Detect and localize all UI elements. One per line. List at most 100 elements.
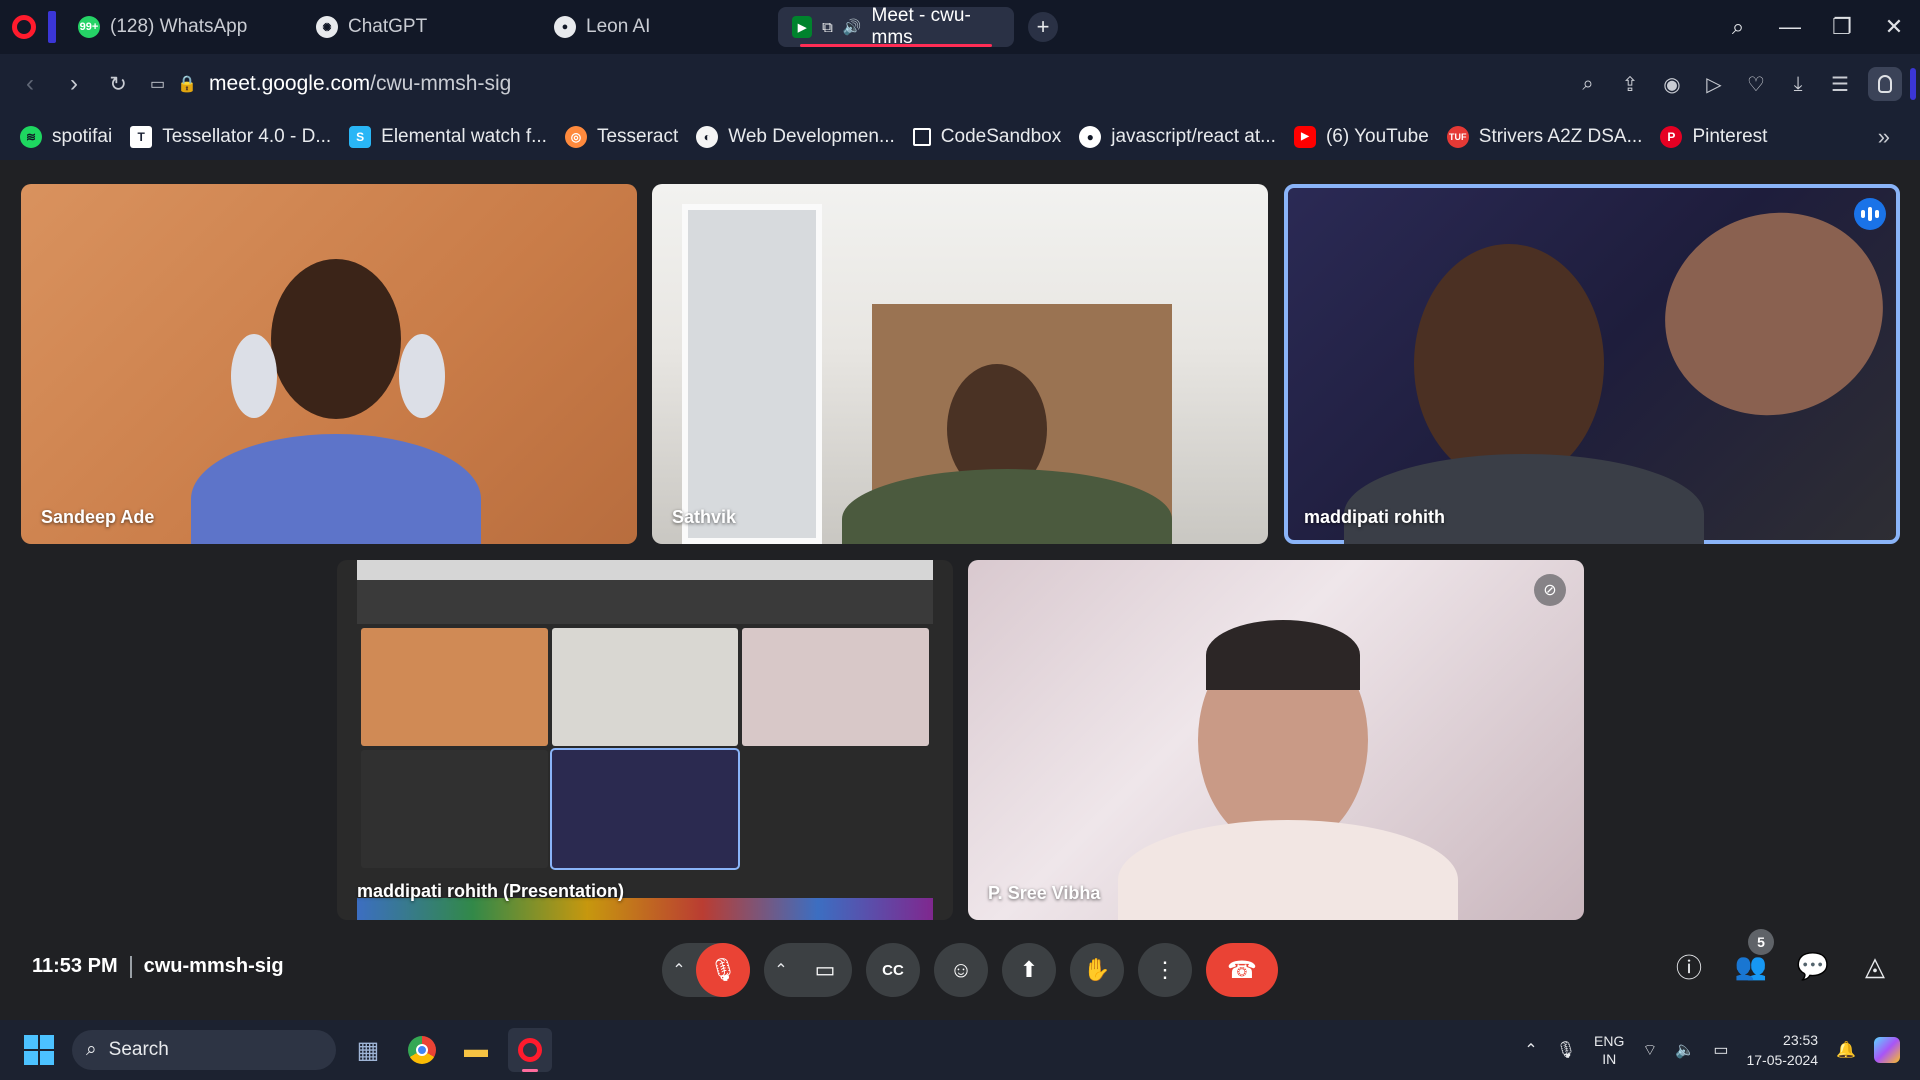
meeting-details-icon[interactable]: ⓘ: [1672, 948, 1706, 985]
chat-icon[interactable]: 💬: [1796, 951, 1830, 982]
chrome-icon[interactable]: [400, 1028, 444, 1072]
send-icon[interactable]: ▷: [1700, 72, 1728, 97]
bookmark-youtube[interactable]: ▶ (6) YouTube: [1293, 126, 1429, 148]
mic-off-icon[interactable]: 🎙: [696, 943, 750, 997]
calculator-icon[interactable]: ▦: [346, 1028, 390, 1072]
tab-whatsapp[interactable]: 99+ (128) WhatsApp: [64, 7, 302, 47]
bookmark-tessellator[interactable]: T Tessellator 4.0 - D...: [130, 126, 331, 148]
clock[interactable]: 23:53 17-05-2024: [1746, 1030, 1818, 1070]
region-code: IN: [1602, 1051, 1617, 1067]
notifications-bell-icon[interactable]: 🔔: [1836, 1040, 1856, 1060]
more-bookmarks-icon[interactable]: »: [1878, 124, 1920, 150]
tab-leon-ai[interactable]: ● Leon AI: [540, 7, 778, 47]
taskbar-search[interactable]: ⌕ Search: [72, 1030, 336, 1070]
system-tray: ⌃ 🎙 ENG IN ⌔ 🔈 ▭ 23:53 17-05-2024 🔔: [1524, 1030, 1920, 1070]
windows-start-icon[interactable]: [24, 1035, 54, 1065]
tray-overflow-chevron-icon[interactable]: ⌃: [1524, 1040, 1537, 1060]
tab-title: Meet - cwu-mms: [871, 5, 971, 48]
activities-icon[interactable]: ◬: [1858, 951, 1892, 982]
bookmark-elemental[interactable]: S Elemental watch f...: [349, 126, 547, 148]
bookmark-label: spotifai: [52, 126, 113, 147]
participant-tile[interactable]: maddipati rohith: [1284, 184, 1900, 544]
microphone-in-use-icon[interactable]: 🎙: [1556, 1040, 1576, 1060]
bookmark-strivers[interactable]: TUF Strivers A2Z DSA...: [1446, 126, 1642, 148]
minimize-icon[interactable]: —: [1764, 14, 1816, 40]
language-code: ENG: [1594, 1033, 1625, 1049]
opera-icon[interactable]: [508, 1028, 552, 1072]
camera-control: ⌃ ▭: [764, 943, 852, 997]
language-indicator[interactable]: ENG IN: [1594, 1032, 1624, 1068]
file-explorer-icon[interactable]: ▬: [454, 1028, 498, 1072]
microphone-control: ⌃ 🎙: [662, 943, 750, 997]
elemental-icon: S: [349, 126, 372, 148]
heart-icon[interactable]: ♡: [1742, 72, 1770, 97]
end-call-button[interactable]: ☎: [1206, 943, 1278, 997]
raise-hand-icon[interactable]: ✋: [1070, 943, 1124, 997]
window-frame: [682, 204, 822, 544]
lock-icon[interactable]: 🔒: [177, 74, 197, 94]
close-icon[interactable]: ✕: [1868, 14, 1920, 40]
bookmark-label: CodeSandbox: [940, 126, 1062, 147]
restore-icon[interactable]: ❐: [1816, 14, 1868, 40]
meet-stage: Sandeep Ade Sathvik maddipati rohith mad…: [0, 160, 1920, 1020]
participant-video: [271, 259, 401, 419]
bookmark-javascript-react[interactable]: ● javascript/react at...: [1079, 126, 1276, 148]
call-controls: ⌃ 🎙 ⌃ ▭ CC ☺ ⬆ ✋ ⋮ ☎: [662, 943, 1278, 997]
opera-logo-icon[interactable]: [0, 0, 48, 54]
participant-tile[interactable]: Sandeep Ade: [21, 184, 637, 544]
participant-tile[interactable]: Sathvik: [652, 184, 1268, 544]
wifi-icon[interactable]: ⌔: [1642, 1040, 1657, 1060]
system-date: 17-05-2024: [1746, 1052, 1819, 1068]
bookmark-label: Elemental watch f...: [381, 126, 547, 147]
presentation-tile[interactable]: maddipati rohith (Presentation): [337, 560, 953, 920]
system-time: 23:53: [1783, 1032, 1819, 1048]
people-icon[interactable]: 👥 5: [1734, 929, 1774, 982]
tab-pip-icon[interactable]: ⧉: [822, 19, 833, 36]
codesandbox-icon: [912, 128, 931, 146]
tesseract-icon: ◎: [564, 126, 587, 148]
reload-icon[interactable]: ↻: [96, 72, 140, 97]
easy-setup-icon[interactable]: ☰: [1826, 72, 1854, 97]
video-options-chevron-icon[interactable]: ⌃: [764, 960, 798, 980]
participant-tile[interactable]: ⊘ P. Sree Vibha: [968, 560, 1584, 920]
battery-icon[interactable]: ▭: [1713, 1040, 1728, 1060]
tab-meet[interactable]: ▶ ⧉ 🔊 Meet - cwu-mms: [778, 5, 1014, 48]
search-tabs-icon[interactable]: ⌕: [1712, 14, 1764, 40]
tab-audio-icon[interactable]: 🔊: [843, 18, 862, 36]
bookmark-codesandbox[interactable]: CodeSandbox: [912, 126, 1062, 148]
camera-icon[interactable]: ▭: [798, 943, 852, 997]
downloads-icon[interactable]: ⤓: [1784, 73, 1812, 96]
new-tab-button[interactable]: +: [1028, 12, 1058, 42]
emoji-reactions-icon[interactable]: ☺: [934, 943, 988, 997]
captions-icon[interactable]: CC: [866, 943, 920, 997]
search-icon: ⌕: [86, 1039, 97, 1060]
pinterest-icon: P: [1660, 126, 1683, 148]
back-icon[interactable]: ‹: [8, 70, 52, 98]
bookmark-pinterest[interactable]: P Pinterest: [1660, 126, 1767, 148]
profile-icon[interactable]: [1868, 67, 1902, 101]
more-options-icon[interactable]: ⋮: [1138, 943, 1192, 997]
snapshot-icon[interactable]: ◉: [1658, 72, 1686, 97]
copilot-icon[interactable]: [1874, 1037, 1900, 1063]
forward-icon[interactable]: ›: [52, 70, 96, 98]
audio-options-chevron-icon[interactable]: ⌃: [662, 960, 696, 980]
browser-tab-bar: 99+ (128) WhatsApp ✺ ChatGPT ● Leon AI ▶…: [0, 0, 1920, 54]
bookmark-spotifai[interactable]: ≋ spotifai: [20, 126, 112, 148]
bookmark-tesseract[interactable]: ◎ Tesseract: [564, 126, 678, 148]
window-controls: ⌕ — ❐ ✕: [1712, 0, 1920, 54]
lens-search-icon[interactable]: ⌕: [1574, 73, 1602, 96]
github-icon: ●: [1079, 126, 1102, 148]
url-path: /cwu-mmsh-sig: [370, 72, 512, 95]
whatsapp-icon: 99+: [78, 16, 100, 38]
share-icon[interactable]: ⇪: [1616, 72, 1644, 97]
address-bar-actions: ⌕ ⇪ ◉ ▷ ♡ ⤓ ☰: [1574, 67, 1920, 101]
participant-name: maddipati rohith: [1304, 507, 1445, 527]
present-screen-icon[interactable]: ⬆: [1002, 943, 1056, 997]
workspace-indicator[interactable]: [48, 11, 56, 43]
url-field[interactable]: ▭ 🔒 meet.google.com/cwu-mmsh-sig: [150, 72, 511, 96]
spotify-icon: ≋: [20, 126, 42, 148]
volume-icon[interactable]: 🔈: [1675, 1040, 1695, 1060]
camera-permission-icon[interactable]: ▭: [150, 74, 165, 94]
bookmark-web-development[interactable]: ◐ Web Developmen...: [696, 126, 895, 148]
tab-chatgpt[interactable]: ✺ ChatGPT: [302, 7, 540, 47]
